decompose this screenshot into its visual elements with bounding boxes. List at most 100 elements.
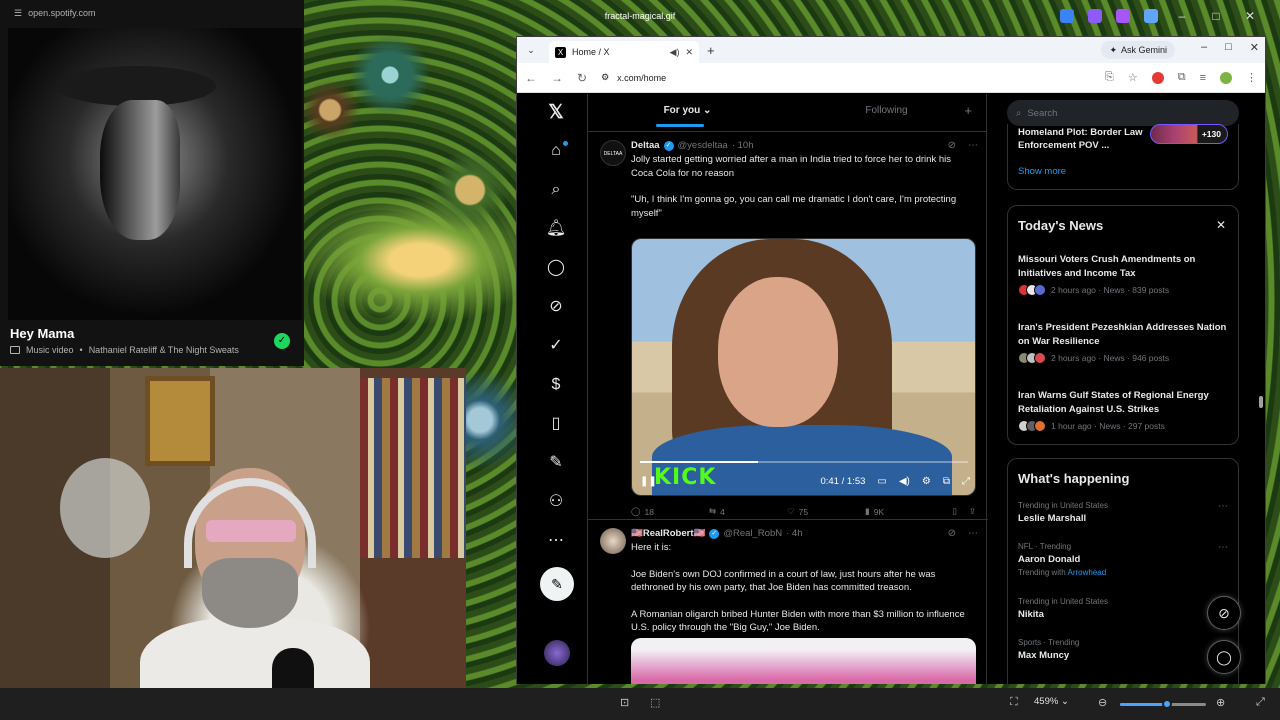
url-text[interactable]: x.com/home xyxy=(617,73,666,83)
zoom-dropdown-icon[interactable]: ⌄ xyxy=(1061,696,1069,707)
back-icon[interactable]: ← xyxy=(525,71,537,85)
omnibox[interactable]: ⚙ x.com/home xyxy=(601,72,1091,83)
share-icon[interactable]: ⇪ xyxy=(969,506,976,517)
install-app-icon[interactable]: ⎘ xyxy=(1105,71,1114,84)
tweet-author-handle[interactable]: @yesdeltaa xyxy=(678,140,728,151)
zoom-slider[interactable] xyxy=(1120,699,1206,709)
trend-with-link[interactable]: Arrowhead xyxy=(1068,568,1107,577)
profile-icon[interactable]: ⚇ xyxy=(545,491,567,513)
messages-fab-icon[interactable]: ◯ xyxy=(1207,640,1241,674)
tweet-author-handle[interactable]: @Real_RobN xyxy=(723,528,782,539)
zoom-out-icon[interactable]: ⊖ xyxy=(1098,696,1107,709)
trend-item[interactable]: Sports · Trending Max Muncy xyxy=(1018,638,1228,661)
tab-following[interactable]: Following xyxy=(787,94,986,131)
zoom-level[interactable]: 459% ⌄ xyxy=(1034,696,1069,707)
track-title[interactable]: Hey Mama xyxy=(10,326,74,341)
fit-to-window-icon[interactable]: ⛶ xyxy=(1010,696,1018,709)
site-settings-icon[interactable]: ⚙ xyxy=(601,72,609,83)
reply-button[interactable]: ◯ 18 xyxy=(631,506,709,517)
tweet-time[interactable]: · 4h xyxy=(786,528,802,539)
tweet[interactable]: DELTAA Deltaa ✓ @yesdeltaa · 10h ⊘ ⋯ Jol… xyxy=(588,140,988,517)
tweet-author-name[interactable]: Deltaa xyxy=(631,140,660,151)
tweet-avatar[interactable] xyxy=(600,528,626,554)
trend-item[interactable]: Trending in United States Leslie Marshal… xyxy=(1018,501,1228,524)
tray-cloud-icon[interactable] xyxy=(1144,9,1158,23)
news-item[interactable]: Iran Warns Gulf States of Regional Energ… xyxy=(1018,389,1228,432)
browser-close-icon[interactable]: ✕ xyxy=(1250,41,1259,54)
select-icon[interactable]: ⬚ xyxy=(650,696,660,709)
more-icon[interactable]: ⋯ xyxy=(545,530,567,552)
tray-app-icon[interactable] xyxy=(1060,9,1074,23)
track-artist[interactable]: Nathaniel Rateliff & The Night Sweats xyxy=(89,345,239,355)
repost-button[interactable]: ⇆ 4 xyxy=(709,506,787,517)
maximize-icon[interactable]: □ xyxy=(1206,9,1226,23)
volume-icon[interactable]: ◀) xyxy=(899,476,910,487)
trend-more-icon[interactable]: ⋯ xyxy=(1218,542,1228,553)
x-logo-icon[interactable]: 𝕏 xyxy=(545,102,567,124)
grok-icon[interactable]: ⊘ xyxy=(545,296,567,318)
new-tab-icon[interactable]: + xyxy=(707,43,715,58)
browser-maximize-icon[interactable]: □ xyxy=(1225,41,1232,54)
views-button[interactable]: ▮ 9K xyxy=(865,506,947,517)
minimize-icon[interactable]: – xyxy=(1172,9,1192,23)
ask-gemini-button[interactable]: ✦ Ask Gemini xyxy=(1101,41,1175,59)
trend-item[interactable]: NFL · Trending Aaron Donald Trending wit… xyxy=(1018,542,1228,577)
zoom-in-icon[interactable]: ⊕ xyxy=(1216,696,1225,709)
money-icon[interactable]: $ xyxy=(545,374,567,396)
search-input[interactable]: ⌕ Search xyxy=(1007,100,1239,126)
adblock-extension-icon[interactable] xyxy=(1151,71,1164,84)
tray-app-icon[interactable] xyxy=(1088,9,1102,23)
profile-avatar[interactable] xyxy=(1220,71,1232,84)
messages-icon[interactable]: ◯ xyxy=(545,257,567,279)
post-compose-button[interactable]: ✎ xyxy=(540,567,574,601)
crop-icon[interactable]: ⊡ xyxy=(620,696,629,709)
tweet[interactable]: 🇺🇸RealRobert🇺🇸 ✓ @Real_RobN · 4h ⊘ ⋯ Her… xyxy=(588,528,988,684)
grok-explain-icon[interactable]: ⊘ xyxy=(948,528,956,539)
news-item[interactable]: Missouri Voters Crush Amendments on Init… xyxy=(1018,253,1228,296)
pip-icon[interactable]: ⧉ xyxy=(943,476,950,487)
tab-search-icon[interactable]: ⌄ xyxy=(523,45,539,56)
video-progress-bar[interactable] xyxy=(640,461,968,463)
verified-orgs-icon[interactable]: ✓ xyxy=(545,335,567,357)
bookmark-star-icon[interactable]: ☆ xyxy=(1128,71,1138,84)
grok-explain-icon[interactable]: ⊘ xyxy=(948,140,956,151)
articles-icon[interactable]: ✎ xyxy=(545,452,567,474)
explore-search-icon[interactable]: ⌕ xyxy=(545,179,567,201)
tweet-more-icon[interactable]: ⋯ xyxy=(968,140,978,151)
reading-list-icon[interactable]: ≡ xyxy=(1200,72,1206,84)
scrollbar-thumb[interactable] xyxy=(1259,396,1263,408)
fullscreen-expand-icon[interactable]: ⤢ xyxy=(1256,696,1265,709)
trend-item[interactable]: Trending in United States Nikita xyxy=(1018,597,1228,620)
tweet-avatar[interactable]: DELTAA xyxy=(600,140,626,166)
like-button[interactable]: ♡ 75 xyxy=(787,506,865,517)
add-tab-icon[interactable]: + xyxy=(964,103,972,118)
menu-icon[interactable]: ⋮ xyxy=(1246,71,1257,84)
show-more-link[interactable]: Show more xyxy=(1018,166,1066,177)
close-icon[interactable]: ✕ xyxy=(1240,9,1260,23)
notifications-bell-icon[interactable]: 🔔︎ xyxy=(545,218,567,240)
trend-more-icon[interactable]: ⋯ xyxy=(1218,501,1228,512)
bookmark-icon[interactable]: ▯ xyxy=(952,506,957,517)
pause-icon[interactable]: ❚❚ xyxy=(640,476,657,487)
fullscreen-icon[interactable]: ⤢ xyxy=(962,476,970,487)
forward-icon[interactable]: → xyxy=(551,71,563,85)
browser-minimize-icon[interactable]: – xyxy=(1201,41,1207,54)
site-info-icon[interactable]: ☰ xyxy=(14,8,22,19)
bookmarks-icon[interactable]: ▯ xyxy=(545,413,567,435)
news-item[interactable]: Iran's President Pezeshkian Addresses Na… xyxy=(1018,321,1228,364)
close-icon[interactable]: ✕ xyxy=(1216,218,1226,232)
tweet-video[interactable]: KICK ❚❚ 0:41 / 1:53 ▭ ◀) ⚙ ⧉ ⤢ xyxy=(631,238,976,496)
zoom-slider-knob[interactable] xyxy=(1162,699,1173,709)
audio-icon[interactable]: ◀) xyxy=(670,47,680,58)
account-avatar[interactable] xyxy=(544,640,570,666)
tweet-author-name[interactable]: 🇺🇸RealRobert🇺🇸 xyxy=(631,528,705,539)
trending-avatars-pill[interactable]: +130 xyxy=(1150,124,1228,144)
grok-fab-icon[interactable]: ⊘ xyxy=(1207,596,1241,630)
tray-app-icon[interactable] xyxy=(1116,9,1130,23)
tweet-more-icon[interactable]: ⋯ xyxy=(968,528,978,539)
captions-icon[interactable]: ▭ xyxy=(877,476,886,487)
saved-check-icon[interactable]: ✓ xyxy=(274,333,290,349)
tab-close-icon[interactable]: ✕ xyxy=(685,47,693,58)
trending-card-title[interactable]: Homeland Plot: Border Law Enforcement PO… xyxy=(1018,126,1148,152)
settings-gear-icon[interactable]: ⚙ xyxy=(922,476,931,487)
